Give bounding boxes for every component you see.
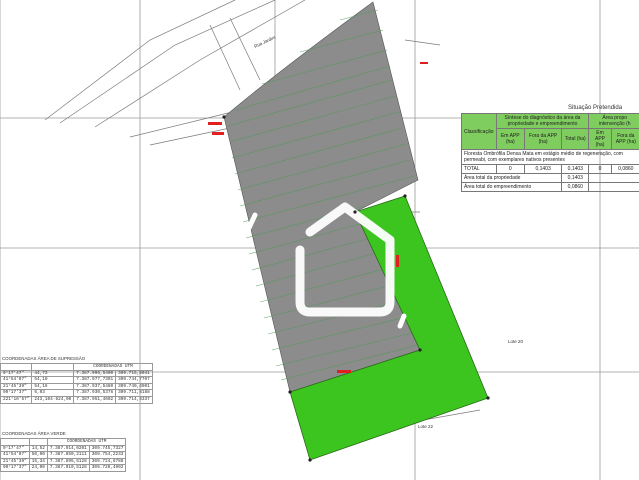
table-cell: 7.387.977,7301	[73, 376, 117, 384]
coord-table-2-caption: COORDENADAS ÁREA VERDE	[2, 431, 66, 436]
coord-table-1: COORDENADAS UTM 0°17'47" 44,73 7.387.996,5…	[0, 363, 153, 404]
table-row: 0°17'47" 44,73 7.387.996,5490 309.715,8041	[0, 369, 153, 378]
table-cell: 21°45'39"	[0, 382, 33, 391]
table-cell: 7.387.951,4602	[73, 395, 117, 404]
table-cell: 7.387.937,5480	[73, 382, 117, 391]
coord-header-cell	[0, 363, 33, 371]
summary-description-row: Floresta Ombrófila Densa Mata em estágio…	[461, 149, 639, 165]
summary-header-row: Classificação Síntese do diagnóstico da …	[461, 113, 639, 150]
row-in-app-2: 0	[588, 164, 612, 174]
table-row: 41°54'07" 50,00 7.387.850,2111 309.754,2233	[0, 451, 127, 459]
table-cell: 44,73	[31, 369, 75, 378]
table-cell: 309.754,2233	[88, 451, 127, 459]
row-total: 0,1403	[561, 164, 590, 174]
table-cell: 309.720,4902	[88, 464, 127, 472]
suppression-area	[223, 1, 421, 393]
table-cell: 24,00	[28, 464, 48, 472]
row-label: TOTAL	[461, 164, 497, 174]
lot-side-label: Lote 20	[508, 339, 524, 344]
table-row: 0°17'47" 14,52 7.387.914,0201 309.745,7327	[0, 444, 127, 453]
table-row: 21°45'39" 15,34 7.387.895,5128 309.724,6788	[0, 457, 127, 466]
coord-header-cell	[31, 363, 75, 371]
table-cell: 7.387.996,5490	[73, 369, 117, 378]
table-cell: 6,03	[31, 389, 75, 397]
summary-table-title: Situação Pretendida	[568, 105, 623, 111]
summary-table: Classificação Síntese do diagnóstico da …	[460, 113, 639, 192]
table-row: Área total do empreendimento 0,0860	[460, 182, 639, 192]
table-cell: 309.744,7707	[115, 376, 153, 384]
table-cell: 221°10'57"	[0, 395, 33, 404]
coord-header-cell: COORDENADAS UTM	[73, 363, 153, 371]
header-synthesis: Síntese do diagnóstico da área da propri…	[495, 113, 590, 129]
table-cell: 7.387.914,0201	[46, 444, 90, 453]
table-row: 41°54'07" 54,10 7.387.977,7301 309.744,7707	[0, 376, 153, 384]
table-row: 90°17'37" 24,00 7.387.910,5128 309.720,4902	[0, 464, 127, 472]
table-cell: 90°17'37"	[0, 389, 33, 397]
summary-description: Floresta Ombrófila Densa Mata em estágio…	[461, 149, 639, 165]
row-empty	[588, 182, 639, 192]
coord-header-cell	[0, 438, 30, 446]
table-cell: 309.740,4901	[115, 382, 153, 391]
table-cell: 54,10	[31, 376, 75, 384]
table-cell: 309.745,7327	[88, 444, 127, 453]
table-cell: 90°17'37"	[0, 464, 30, 472]
header-intervention: Área propo intervenção (h	[588, 113, 639, 129]
table-cell: 309.711,8188	[115, 389, 153, 397]
table-cell: 0°17'47"	[0, 444, 30, 453]
table-cell: 54,16	[31, 382, 75, 391]
coord-header-cell	[28, 438, 48, 446]
header-classification: Classificação	[461, 113, 497, 150]
table-row: Área total da propriedade 0,1403	[460, 173, 639, 183]
row-empty	[588, 173, 639, 183]
table-row: 221°10'57" 243,104·624,00 7.387.951,4602 30…	[0, 395, 153, 404]
table-cell: 7.387.930,5376	[73, 389, 117, 397]
table-cell: 309.714,4337	[115, 395, 153, 404]
sub-total: Total (ha)	[561, 128, 590, 150]
table-cell: 243,104·624,00	[31, 395, 75, 404]
table-row: TOTAL 0 0,1403 0,1403 0 0,0860	[461, 164, 639, 174]
table-row: 90°17'37" 6,03 7.387.930,5376 309.711,8188	[0, 389, 153, 397]
table-cell: 14,52	[28, 444, 48, 453]
coord-header-row: COORDENADAS UTM	[0, 363, 153, 371]
table-cell: 7.387.850,2111	[46, 451, 90, 459]
table-cell: 0°17'47"	[0, 369, 33, 378]
coord-header-cell: COORDENADAS UTM	[46, 438, 127, 446]
row-out-app: 0,1403	[523, 164, 563, 174]
table-cell: 21°45'39"	[0, 457, 30, 466]
table-cell: 7.387.910,5128	[46, 464, 90, 472]
table-cell: 41°54'07"	[0, 451, 30, 459]
sub-out-app-2: Fora da APP (ha)	[610, 128, 639, 150]
table-cell: 41°54'07"	[0, 376, 33, 384]
site-plan-map: Rua Jardim Lote 20 Lote 22	[0, 0, 639, 480]
table-row: 21°45'39" 54,16 7.387.937,5480 309.740,4901	[0, 382, 153, 391]
lot-bottom-label: Lote 22	[418, 424, 434, 429]
table-cell: 309.724,6788	[88, 457, 127, 466]
table-cell: 15,34	[28, 457, 48, 466]
sub-out-app: Fora da APP (ha)	[523, 128, 563, 150]
row-label: Área total da propriedade	[460, 173, 563, 183]
row-out-app-2: 0,0860	[610, 164, 639, 174]
coord-header-row: COORDENADAS UTM	[0, 438, 127, 446]
row-in-app: 0	[495, 164, 525, 174]
coord-table-1-caption: COORDENADAS ÁREA DE SUPRESSÃO	[2, 356, 86, 361]
sub-in-app: Em APP (ha)	[495, 128, 525, 150]
table-cell: 7.387.895,5128	[46, 457, 90, 466]
row-total: 0,1403	[561, 173, 590, 183]
row-label: Área total do empreendimento	[460, 182, 563, 192]
coord-table-2: COORDENADAS UTM 0°17'47" 14,52 7.387.914,0…	[0, 438, 127, 472]
row-total: 0,0860	[561, 182, 590, 192]
table-cell: 309.715,8041	[115, 369, 153, 378]
road-label: Rua Jardim	[253, 35, 276, 49]
sub-in-app-2: Em APP (ha)	[588, 128, 612, 150]
table-cell: 50,00	[28, 451, 48, 459]
